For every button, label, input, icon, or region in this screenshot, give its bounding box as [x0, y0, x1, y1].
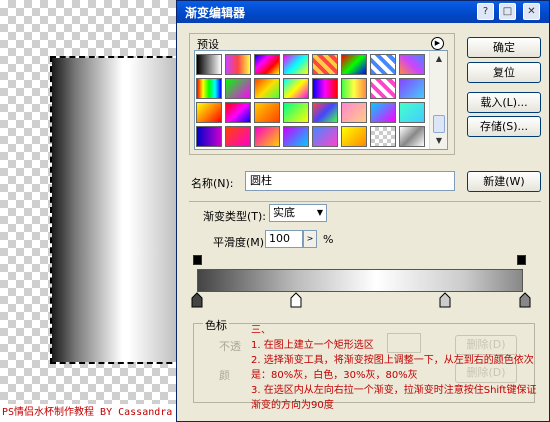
annotation-line: 2. 选择渐变工具，将渐变按图上调整一下，从左到右的颜色依次 — [251, 355, 534, 366]
preset-swatch[interactable] — [196, 102, 222, 123]
opacity-stop-right[interactable] — [517, 255, 526, 265]
gradient-type-label: 渐变类型(T): — [203, 210, 267, 223]
preset-swatch[interactable] — [225, 78, 251, 99]
reset-button[interactable]: 复位 — [467, 62, 541, 83]
stops-label: 色标 — [203, 317, 229, 333]
smoothness-field[interactable]: 100 — [265, 230, 303, 248]
preset-swatch[interactable] — [312, 78, 338, 99]
preset-swatch[interactable] — [254, 126, 280, 147]
location-field[interactable] — [387, 333, 421, 353]
delete-opacity-stop-button[interactable]: 删除(D) — [455, 335, 517, 355]
close-button[interactable]: ✕ — [523, 3, 540, 20]
preset-swatch[interactable] — [283, 78, 309, 99]
preset-scrollbar[interactable]: ▲ ▼ — [429, 51, 447, 149]
annotation-line: 是：80%灰，白色，30%灰，80%灰 — [251, 370, 418, 381]
preset-swatch-list[interactable]: ▲ ▼ — [194, 50, 448, 150]
preset-swatch[interactable] — [370, 102, 396, 123]
preset-swatch[interactable] — [225, 54, 251, 75]
color-stop[interactable] — [519, 292, 531, 308]
preset-swatch[interactable] — [254, 78, 280, 99]
preset-swatch[interactable] — [196, 78, 222, 99]
color-stops-row — [191, 292, 531, 308]
load-button[interactable]: 载入(L)... — [467, 92, 541, 113]
annotation-heading: 三、 — [251, 325, 271, 336]
help-button[interactable]: ? — [477, 3, 494, 20]
preset-swatch[interactable] — [399, 102, 425, 123]
preset-swatch-grid — [196, 54, 426, 147]
annotation-line: 3. 在选区内从左向右拉一个渐变，拉渐变时注意按住Shift键保证 — [251, 385, 537, 396]
maximize-button[interactable]: □ — [499, 3, 516, 20]
opacity-stop-left[interactable] — [193, 255, 202, 265]
dialog-title: 渐变编辑器 — [185, 6, 246, 20]
name-label: 名称(N): — [191, 177, 234, 190]
preset-swatch[interactable] — [370, 54, 396, 75]
preset-swatch[interactable] — [196, 54, 222, 75]
tutorial-credit: PS情侣水杯制作教程 BY Cassandra — [0, 404, 185, 422]
gradient-type-value: 实底 — [273, 206, 295, 219]
presets-menu-icon[interactable]: ▶ — [431, 37, 444, 50]
scroll-up-icon[interactable]: ▲ — [432, 53, 446, 65]
save-button[interactable]: 存储(S)... — [467, 116, 541, 137]
ok-button[interactable]: 确定 — [467, 37, 541, 58]
annotation-line: 渐变的方向为90度 — [251, 400, 334, 411]
preset-swatch[interactable] — [254, 54, 280, 75]
name-field[interactable]: 圆柱 — [245, 171, 455, 191]
preset-swatch[interactable] — [370, 126, 396, 147]
smoothness-unit: % — [323, 233, 334, 246]
preset-swatch[interactable] — [399, 78, 425, 99]
color-stop[interactable] — [439, 292, 451, 308]
preset-swatch[interactable] — [312, 54, 338, 75]
chevron-down-icon: ▼ — [316, 208, 323, 217]
new-button[interactable]: 新建(W) — [467, 171, 541, 192]
color-stop[interactable] — [191, 292, 203, 308]
preset-swatch[interactable] — [341, 54, 367, 75]
preset-swatch[interactable] — [225, 126, 251, 147]
smoothness-label: 平滑度(M): — [213, 236, 268, 249]
preset-swatch[interactable] — [283, 102, 309, 123]
preset-swatch[interactable] — [370, 78, 396, 99]
annotation-line: 1. 在图上建立一个矩形选区 — [251, 340, 374, 351]
preset-swatch[interactable] — [283, 126, 309, 147]
preset-swatch[interactable] — [399, 126, 425, 147]
preset-swatch[interactable] — [312, 126, 338, 147]
preset-swatch[interactable] — [225, 102, 251, 123]
gradient-preview-bar[interactable] — [197, 269, 523, 292]
smoothness-arrow-icon[interactable]: > — [303, 230, 317, 248]
title-bar[interactable]: 渐变编辑器 ? □ ✕ — [177, 1, 549, 23]
preset-swatch[interactable] — [254, 102, 280, 123]
scroll-down-icon[interactable]: ▼ — [432, 135, 446, 147]
gradient-type-select[interactable]: 实底 ▼ — [269, 204, 327, 222]
preset-swatch[interactable] — [341, 102, 367, 123]
preset-swatch[interactable] — [341, 78, 367, 99]
color-stop[interactable] — [290, 292, 302, 308]
preset-swatch[interactable] — [283, 54, 309, 75]
scroll-thumb[interactable] — [433, 115, 445, 133]
opacity-label: 不透 — [219, 340, 241, 353]
preset-swatch[interactable] — [196, 126, 222, 147]
preset-swatch[interactable] — [312, 102, 338, 123]
preset-swatch[interactable] — [399, 54, 425, 75]
color-label: 颜 — [219, 369, 230, 382]
gradient-selection-rectangle — [50, 56, 182, 364]
preset-swatch[interactable] — [341, 126, 367, 147]
